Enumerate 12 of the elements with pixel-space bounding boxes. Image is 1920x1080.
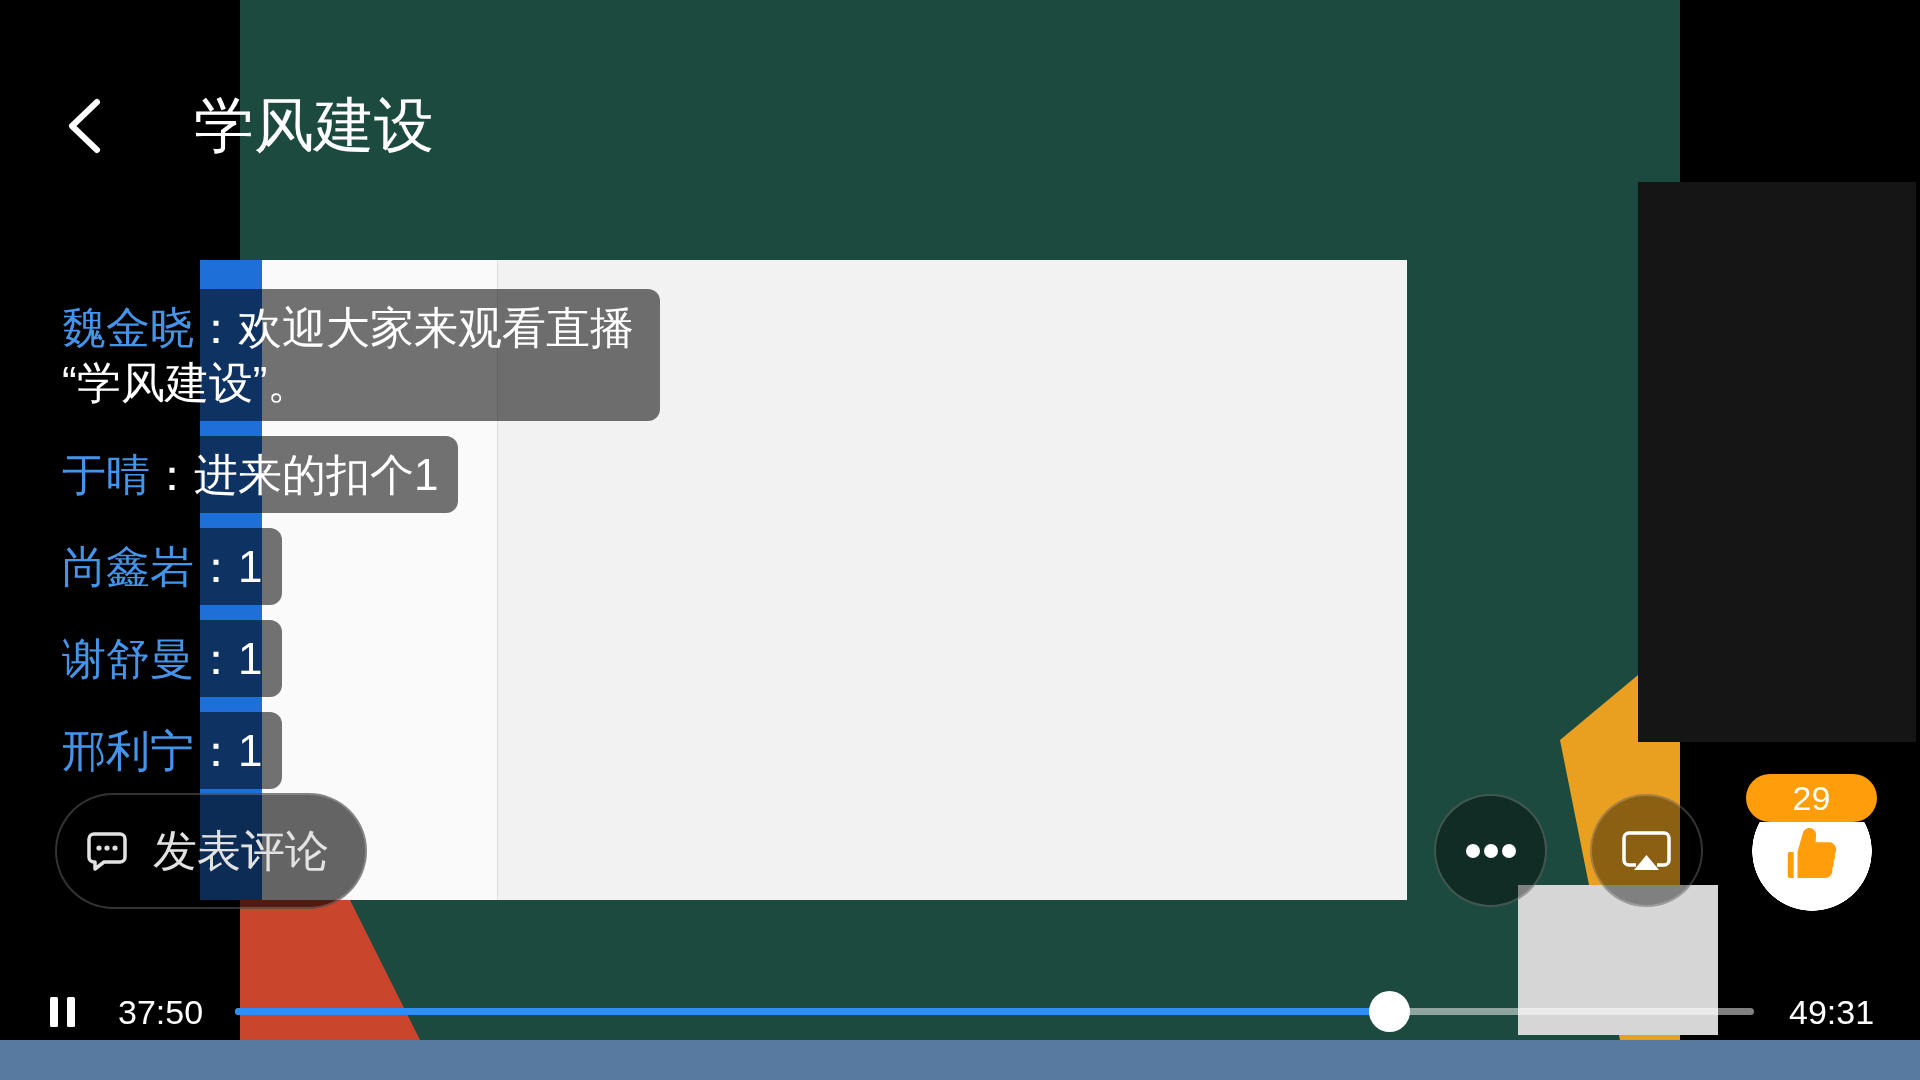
back-button[interactable] <box>67 98 101 154</box>
pause-icon <box>50 996 75 1027</box>
video-title: 学风建设 <box>194 96 434 156</box>
more-icon <box>1465 843 1516 858</box>
like-count: 29 <box>1746 774 1877 822</box>
duration-time: 49:31 <box>1789 991 1875 1032</box>
chat-bubble-icon <box>86 830 128 872</box>
current-time: 37:50 <box>118 991 205 1032</box>
chevron-left-icon <box>67 98 101 154</box>
screen-cast-icon <box>1622 830 1671 871</box>
progress-slider[interactable] <box>235 991 1754 1032</box>
pause-button[interactable] <box>50 996 75 1027</box>
